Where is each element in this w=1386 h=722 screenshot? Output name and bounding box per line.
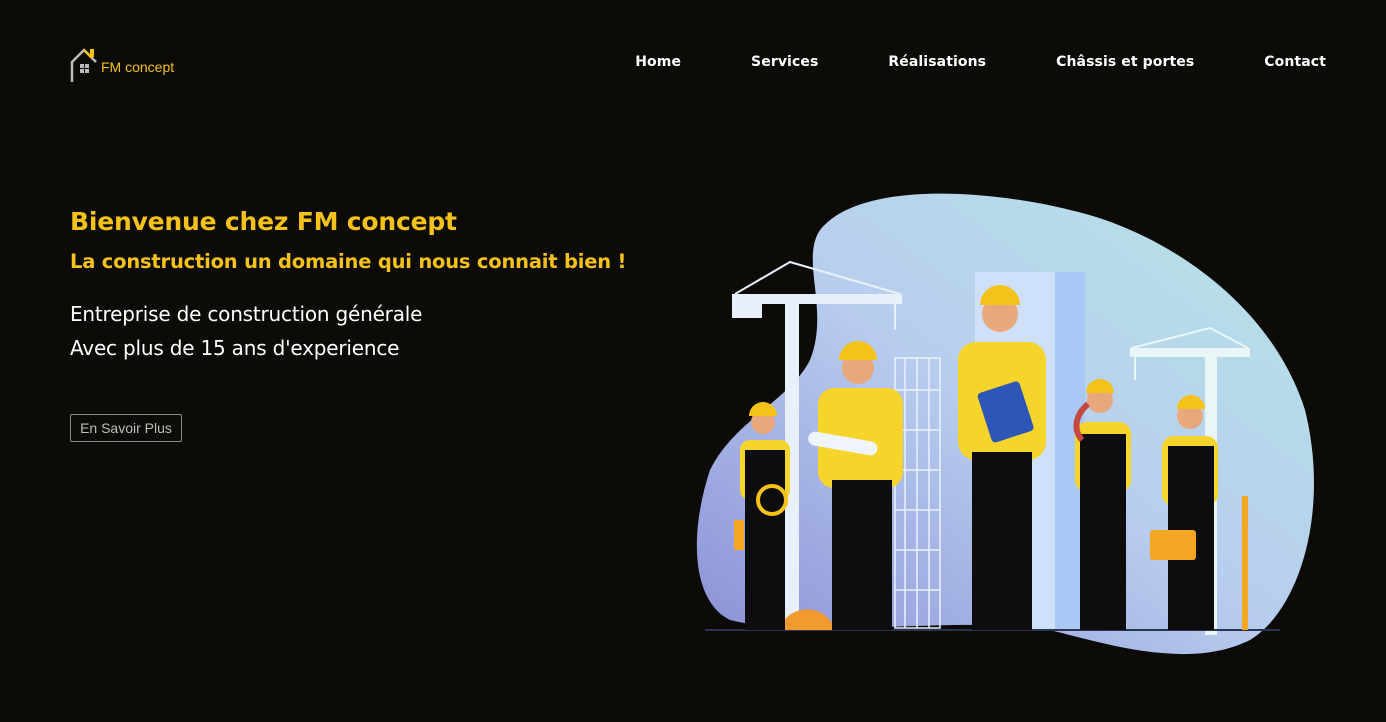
- nav-contact[interactable]: Contact: [1264, 54, 1326, 70]
- nav-services[interactable]: Services: [751, 54, 818, 70]
- brand-name-suffix: concept: [121, 59, 175, 75]
- hero-description-line-2: Avec plus de 15 ans d'experience: [70, 336, 400, 360]
- house-icon: [70, 48, 97, 82]
- hero-title: Bienvenue chez FM concept: [70, 207, 457, 236]
- learn-more-button[interactable]: En Savoir Plus: [70, 414, 182, 442]
- nav-home[interactable]: Home: [635, 54, 681, 70]
- nav-chassis-et-portes[interactable]: Châssis et portes: [1056, 54, 1194, 70]
- main-nav: Home Services Réalisations Châssis et po…: [565, 54, 1326, 70]
- nav-realisations[interactable]: Réalisations: [888, 54, 986, 70]
- brand-name-prefix: FM: [101, 59, 122, 75]
- hero-description-line-1: Entreprise de construction générale: [70, 302, 423, 326]
- brand-logo[interactable]: FM concept: [70, 44, 180, 84]
- hero-subtitle: La construction un domaine qui nous conn…: [70, 250, 627, 273]
- brand-name: FM concept: [101, 59, 174, 75]
- construction-workers-illustration: [696, 193, 1314, 655]
- hero-description: Entreprise de construction générale Avec…: [70, 297, 422, 365]
